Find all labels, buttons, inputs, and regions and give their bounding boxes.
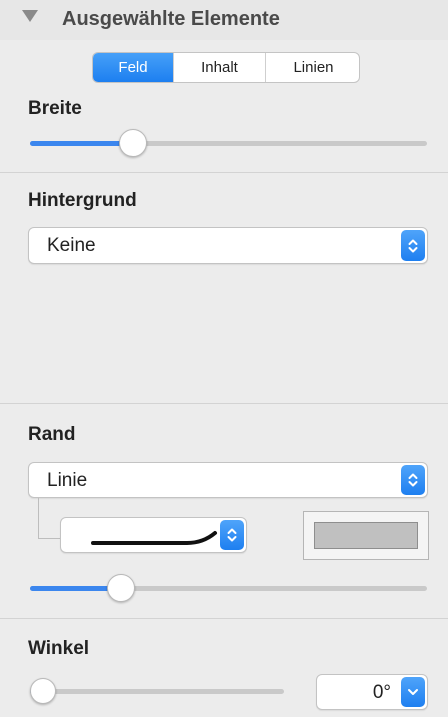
breite-slider[interactable]	[30, 129, 427, 157]
breite-slider-knob[interactable]	[118, 129, 147, 157]
divider	[0, 403, 448, 404]
winkel-slider[interactable]	[30, 678, 284, 704]
rand-popup-value: Linie	[47, 470, 88, 491]
tree-connector-line	[38, 498, 61, 539]
popup-stepper-icon	[401, 465, 425, 495]
breite-slider-fill	[30, 141, 133, 146]
curved-line-icon	[91, 531, 217, 545]
tab-linien[interactable]: Linien	[265, 53, 359, 82]
breite-label: Breite	[28, 98, 82, 119]
hintergrund-popup-value: Keine	[47, 235, 96, 256]
tab-inhalt[interactable]: Inhalt	[173, 53, 265, 82]
winkel-value[interactable]: 0°	[373, 682, 391, 704]
rand-slider-knob[interactable]	[107, 574, 136, 602]
inspector-section-header[interactable]: Ausgewählte Elemente	[0, 0, 448, 40]
line-style-popup[interactable]	[60, 517, 247, 553]
popup-stepper-icon	[401, 230, 425, 261]
winkel-slider-knob[interactable]	[30, 678, 56, 704]
winkel-label: Winkel	[28, 638, 90, 659]
tab-segmented-control[interactable]: Feld Inhalt Linien	[92, 52, 360, 83]
divider	[0, 172, 448, 173]
divider	[0, 618, 448, 619]
border-color-well[interactable]	[303, 511, 429, 560]
hintergrund-popup[interactable]: Keine	[28, 227, 428, 264]
tab-feld[interactable]: Feld	[93, 53, 173, 82]
winkel-angle-field[interactable]: 0°	[316, 674, 428, 710]
popup-stepper-icon	[220, 520, 244, 550]
rand-popup[interactable]: Linie	[28, 462, 428, 498]
border-color-swatch	[314, 522, 418, 549]
rand-width-slider[interactable]	[30, 574, 427, 602]
section-title: Ausgewählte Elemente	[62, 8, 280, 30]
hintergrund-label: Hintergrund	[28, 190, 137, 211]
rand-label: Rand	[28, 424, 76, 445]
disclosure-triangle-icon[interactable]	[22, 10, 38, 22]
chevron-down-icon[interactable]	[401, 677, 425, 707]
